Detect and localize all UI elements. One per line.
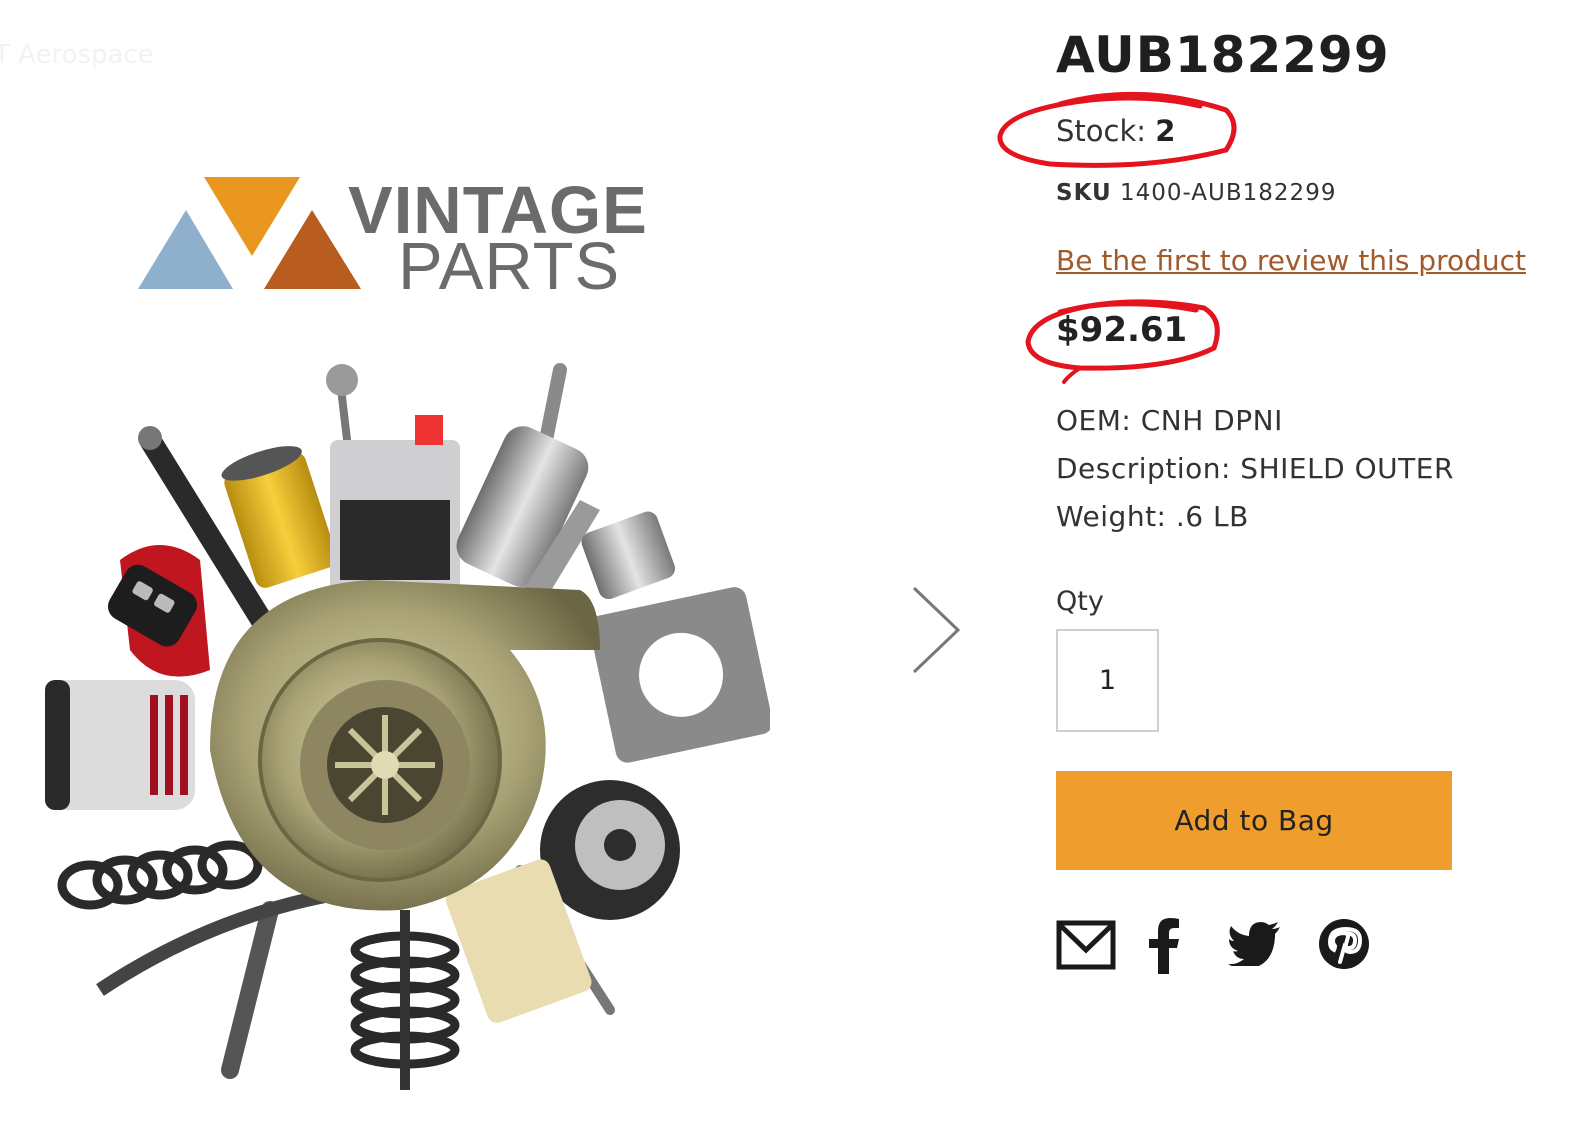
twitter-icon[interactable]	[1228, 922, 1280, 966]
sku-value: 1400-AUB182299	[1119, 180, 1337, 206]
logo-triangles	[138, 177, 361, 289]
stock-value: 2	[1155, 114, 1176, 148]
share-icons	[1056, 918, 1396, 982]
review-link[interactable]: Be the first to review this product	[1056, 244, 1526, 277]
qty-label: Qty	[1056, 586, 1104, 617]
product-gallery: VINTAGE PARTS	[0, 0, 1000, 1144]
auto-parts-product-image	[45, 363, 770, 1090]
logo-word-parts: PARTS	[398, 229, 621, 304]
qty-input[interactable]	[1056, 629, 1159, 732]
oem-attribute: OEM: CNH DPNI	[1056, 404, 1283, 437]
product-info: AUB182299 Stock: 2 SKU 1400-AUB182299 Be…	[1056, 0, 1576, 1144]
sku-label: SKU	[1056, 180, 1112, 206]
facebook-icon[interactable]	[1146, 918, 1182, 974]
product-page: T Aerospace VINTAGE PARTS AUB182299 Stoc…	[0, 0, 1582, 1144]
product-price: $92.61	[1056, 310, 1188, 350]
product-title: AUB182299	[1056, 26, 1390, 84]
add-to-bag-button[interactable]: Add to Bag	[1056, 771, 1452, 870]
description-attribute: Description: SHIELD OUTER	[1056, 452, 1454, 485]
stock-status: Stock: 2	[1056, 114, 1175, 148]
email-icon[interactable]	[1056, 918, 1116, 972]
brand-logo: VINTAGE PARTS	[136, 172, 676, 304]
weight-attribute: Weight: .6 LB	[1056, 500, 1249, 533]
pinterest-icon[interactable]	[1318, 918, 1370, 970]
chevron-right-icon[interactable]	[900, 580, 970, 680]
sku: SKU 1400-AUB182299	[1056, 180, 1336, 206]
stock-label: Stock:	[1056, 114, 1147, 148]
